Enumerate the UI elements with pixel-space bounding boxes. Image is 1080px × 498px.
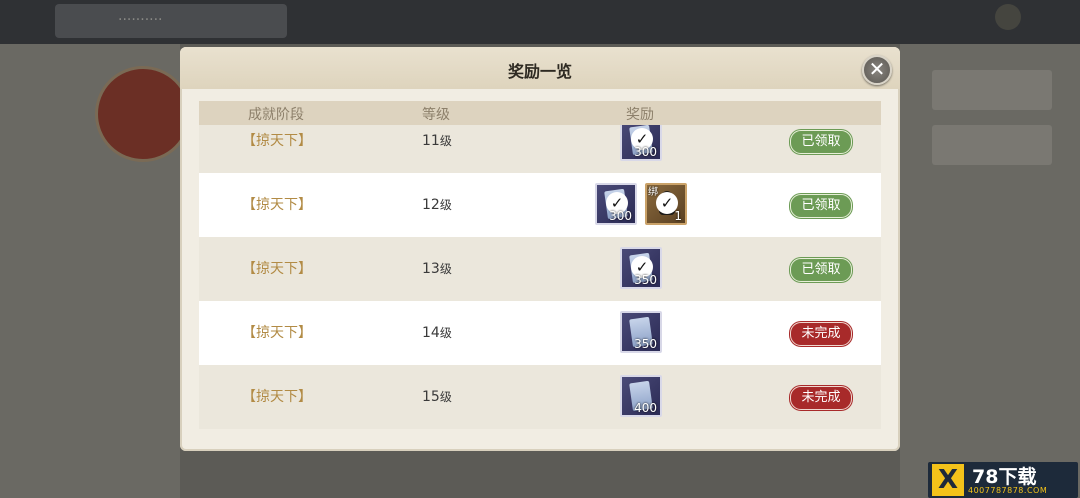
background-right-card: [932, 70, 1052, 110]
row-level: 11级: [422, 133, 452, 149]
row-level: 13级: [422, 261, 452, 277]
status-badge: 已领取: [790, 258, 852, 282]
column-reward: 奖励: [626, 107, 654, 123]
row-stage: 【掠天下】: [242, 261, 312, 277]
column-level: 等级: [422, 107, 450, 123]
status-badge: 未完成: [790, 322, 852, 346]
status-badge: 未完成: [790, 386, 852, 410]
column-stage: 成就阶段: [248, 107, 304, 123]
status-badge: 已领取: [790, 130, 852, 154]
watermark-subtitle: 4007787878.COM: [968, 486, 1048, 495]
scroll-item-icon[interactable]: 350: [620, 311, 662, 353]
scroll-item-icon[interactable]: ✓ 300: [595, 183, 637, 225]
background-right-panel: [900, 44, 1080, 498]
bind-tag: 绑: [648, 187, 658, 198]
table-row: 【掠天下】 11级 ✓ 300 已领取: [199, 125, 881, 173]
table-row: 【掠天下】 13级 ✓ 350 已领取: [199, 237, 881, 301]
status-badge: 已领取: [790, 194, 852, 218]
table-row: 【掠天下】 12级 ✓ 300 绑 ✓ 1 已领取: [199, 173, 881, 237]
background-tab: [55, 4, 287, 38]
row-level: 14级: [422, 325, 452, 341]
row-stage: 【掠天下】: [242, 389, 312, 405]
table-row: 【掠天下】 15级 400 未完成: [199, 365, 881, 429]
background-corner-button: [995, 4, 1021, 30]
reward-table[interactable]: 【掠天下】 11级 ✓ 300 已领取 【掠天下】 12级 ✓ 300 绑 ✓ …: [199, 125, 881, 429]
row-level: 15级: [422, 389, 452, 405]
row-level: 12级: [422, 197, 452, 213]
row-stage: 【掠天下】: [242, 197, 312, 213]
scroll-item-icon[interactable]: ✓ 300: [620, 125, 662, 161]
character-item-icon[interactable]: 绑 ✓ 1: [645, 183, 687, 225]
reward-list-dialog: 奖励一览 ✕ 成就阶段 等级 奖励 【掠天下】 11级 ✓ 300 已领取 【掠…: [180, 47, 900, 451]
row-stage: 【掠天下】: [242, 325, 312, 341]
avatar: [95, 66, 191, 162]
watermark-title: 78下载: [972, 466, 1037, 488]
row-stage: 【掠天下】: [242, 133, 312, 149]
dialog-header: 奖励一览 ✕: [180, 47, 900, 89]
scroll-item-icon[interactable]: 400: [620, 375, 662, 417]
column-header: 成就阶段 等级 奖励: [199, 101, 881, 125]
watermark-x-icon: X: [932, 464, 964, 496]
watermark-logo: X 78下载 4007787878.COM: [928, 462, 1078, 498]
dialog-title: 奖励一览: [507, 62, 572, 81]
close-icon[interactable]: ✕: [862, 55, 892, 85]
scroll-item-icon[interactable]: ✓ 350: [620, 247, 662, 289]
background-right-card: [932, 125, 1052, 165]
background-tab-label: ··········: [118, 12, 163, 28]
table-row: 【掠天下】 14级 350 未完成: [199, 301, 881, 365]
